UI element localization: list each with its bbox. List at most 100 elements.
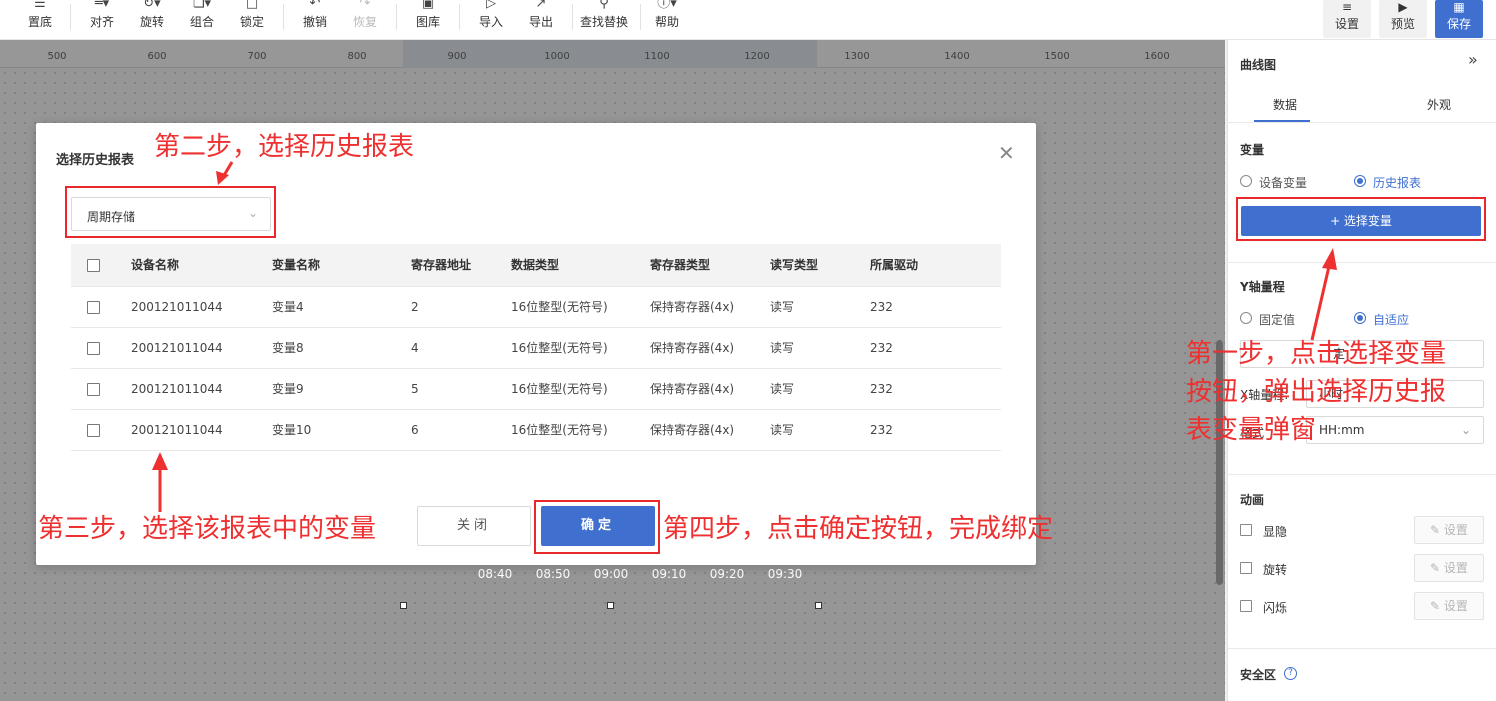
play-icon: ▶ [1398,0,1408,14]
column-header: 变量名称 [272,244,411,287]
send-to-bottom-button[interactable]: ☰ 置底 [22,0,58,40]
time-format-value: HH:mm [1319,423,1365,437]
adaptive-label: 自适应 [1373,313,1410,327]
annotation-step-1-line-1: 第一步，点击选择变量 [1186,339,1447,369]
row-checkbox[interactable] [87,423,100,437]
export-button[interactable]: ↗ 导出 [525,0,557,40]
chart-time-label: 08:40 [477,567,513,581]
device-name-cell: 200121011044 [131,286,272,328]
device-name-cell: 200121011044 [131,368,272,410]
table-row[interactable]: 200121011044 变量8 4 16位整型(无符号) 保持寄存器(4x) … [71,327,1001,369]
import-button[interactable]: ▷ 导入 [475,0,507,40]
chart-time-label: 09:10 [651,567,687,581]
align-icon: ═▾ [94,0,110,11]
variable-name-cell: 变量10 [272,409,411,451]
gallery-button[interactable]: ▣ 图库 [412,0,444,40]
variable-name-cell: 变量8 [272,327,411,369]
image-icon: ▣ [421,0,435,11]
settings-button[interactable]: ≡ 设置 [1323,0,1371,38]
row-checkbox[interactable] [87,341,100,355]
register-address-cell: 5 [411,368,511,410]
column-header: 寄存器地址 [411,244,511,287]
dialog-title: 选择历史报表 [56,153,135,168]
history-report-label: 历史报表 [1373,176,1422,190]
register-address-cell: 2 [411,286,511,328]
adaptive-radio[interactable] [1354,312,1366,324]
register-address-cell: 6 [411,409,511,451]
device-variable-radio[interactable] [1240,175,1252,187]
register-type-cell: 保持寄存器(4x) [650,368,770,410]
toolbar-divider [283,4,284,30]
row-select-cell [71,327,131,369]
table-row[interactable]: 200121011044 变量10 6 16位整型(无符号) 保持寄存器(4x)… [71,409,1001,451]
driver-cell: 232 [870,286,1001,328]
question-icon[interactable]: ? [1284,667,1297,680]
help-button[interactable]: ⓘ▾ 帮助 [651,0,683,40]
device-name-cell: 200121011044 [131,327,272,369]
lock-button[interactable]: □ 锁定 [236,0,268,40]
preview-button[interactable]: ▶ 预览 [1379,0,1427,38]
annotation-step-4: 第四步，点击确定按钮，完成绑定 [663,514,1054,544]
annotation-highlight-report-select [65,186,276,238]
rw-type-cell: 读写 [770,327,870,369]
close-icon[interactable]: ✕ [998,141,1015,165]
register-address-cell: 4 [411,327,511,369]
import-icon: ▷ [486,0,496,11]
animation-visibility-checkbox[interactable] [1240,524,1252,536]
time-format-select[interactable]: HH:mm ⌄ [1306,416,1484,444]
table-row[interactable]: 200121011044 变量9 5 16位整型(无符号) 保持寄存器(4x) … [71,368,1001,410]
animation-visibility-set-button[interactable]: ✎ 设置 [1414,516,1484,544]
close-button[interactable]: 关闭 [417,506,531,546]
data-type-cell: 16位整型(无符号) [511,368,650,410]
resize-handle[interactable] [607,602,614,609]
device-variable-label: 设备变量 [1259,176,1308,190]
animation-blink-set-button[interactable]: ✎ 设置 [1414,592,1484,620]
row-checkbox[interactable] [87,300,100,314]
collapse-panel-icon[interactable]: » [1468,50,1478,69]
undo-button[interactable]: ↶ 撤销 [299,0,331,40]
fixed-value-radio[interactable] [1240,312,1252,324]
column-header: 数据类型 [511,244,650,287]
table-row[interactable]: 200121011044 变量4 2 16位整型(无符号) 保持寄存器(4x) … [71,286,1001,328]
animation-blink-checkbox[interactable] [1240,600,1252,612]
data-type-cell: 16位整型(无符号) [511,409,650,451]
save-icon: ▦ [1453,0,1465,14]
group-button[interactable]: ❏▾ 组合 [186,0,218,40]
animation-blink-label: 闪烁 [1263,601,1288,615]
redo-button[interactable]: ↷ 恢复 [349,0,381,40]
rotate-icon: ↻▾ [143,0,161,11]
rotate-button[interactable]: ↻▾ 旋转 [136,0,168,40]
sliders-icon: ≡ [1341,0,1353,14]
data-type-cell: 16位整型(无符号) [511,286,650,328]
chevron-down-icon: ⌄ [1461,423,1472,437]
align-button[interactable]: ═▾ 对齐 [86,0,118,40]
resize-handle[interactable] [815,602,822,609]
save-button[interactable]: ▦ 保存 [1435,0,1483,38]
chart-time-label: 09:00 [593,567,629,581]
toolbar-divider [640,4,641,30]
animation-rotate-checkbox[interactable] [1240,562,1252,574]
find-replace-button[interactable]: ⚲ 查找替换 [578,0,630,40]
annotation-step-2: 第二步，选择历史报表 [154,132,415,162]
register-type-cell: 保持寄存器(4x) [650,327,770,369]
toolbar-divider [396,4,397,30]
variable-table: 设备名称 变量名称 寄存器地址 数据类型 寄存器类型 读写类型 所属驱动 200… [71,244,1001,451]
row-checkbox[interactable] [87,382,100,396]
annotation-step-3: 第三步，选择该报表中的变量 [38,514,377,544]
column-header: 寄存器类型 [650,244,770,287]
resize-handle[interactable] [400,602,407,609]
animation-visibility-label: 显隐 [1263,525,1288,539]
select-all-cell [71,244,131,287]
history-report-radio[interactable] [1354,175,1366,187]
animation-rotate-set-button[interactable]: ✎ 设置 [1414,554,1484,582]
divider [1228,262,1496,263]
tab-data[interactable]: 数据 [1273,96,1297,113]
toolbar-divider [459,4,460,30]
register-type-cell: 保持寄存器(4x) [650,286,770,328]
tab-appearance[interactable]: 外观 [1427,96,1451,113]
select-all-checkbox[interactable] [87,258,100,272]
device-name-cell: 200121011044 [131,409,272,451]
chart-time-label: 08:50 [535,567,571,581]
animation-section-title: 动画 [1240,493,1265,507]
lock-icon: □ [245,0,259,11]
